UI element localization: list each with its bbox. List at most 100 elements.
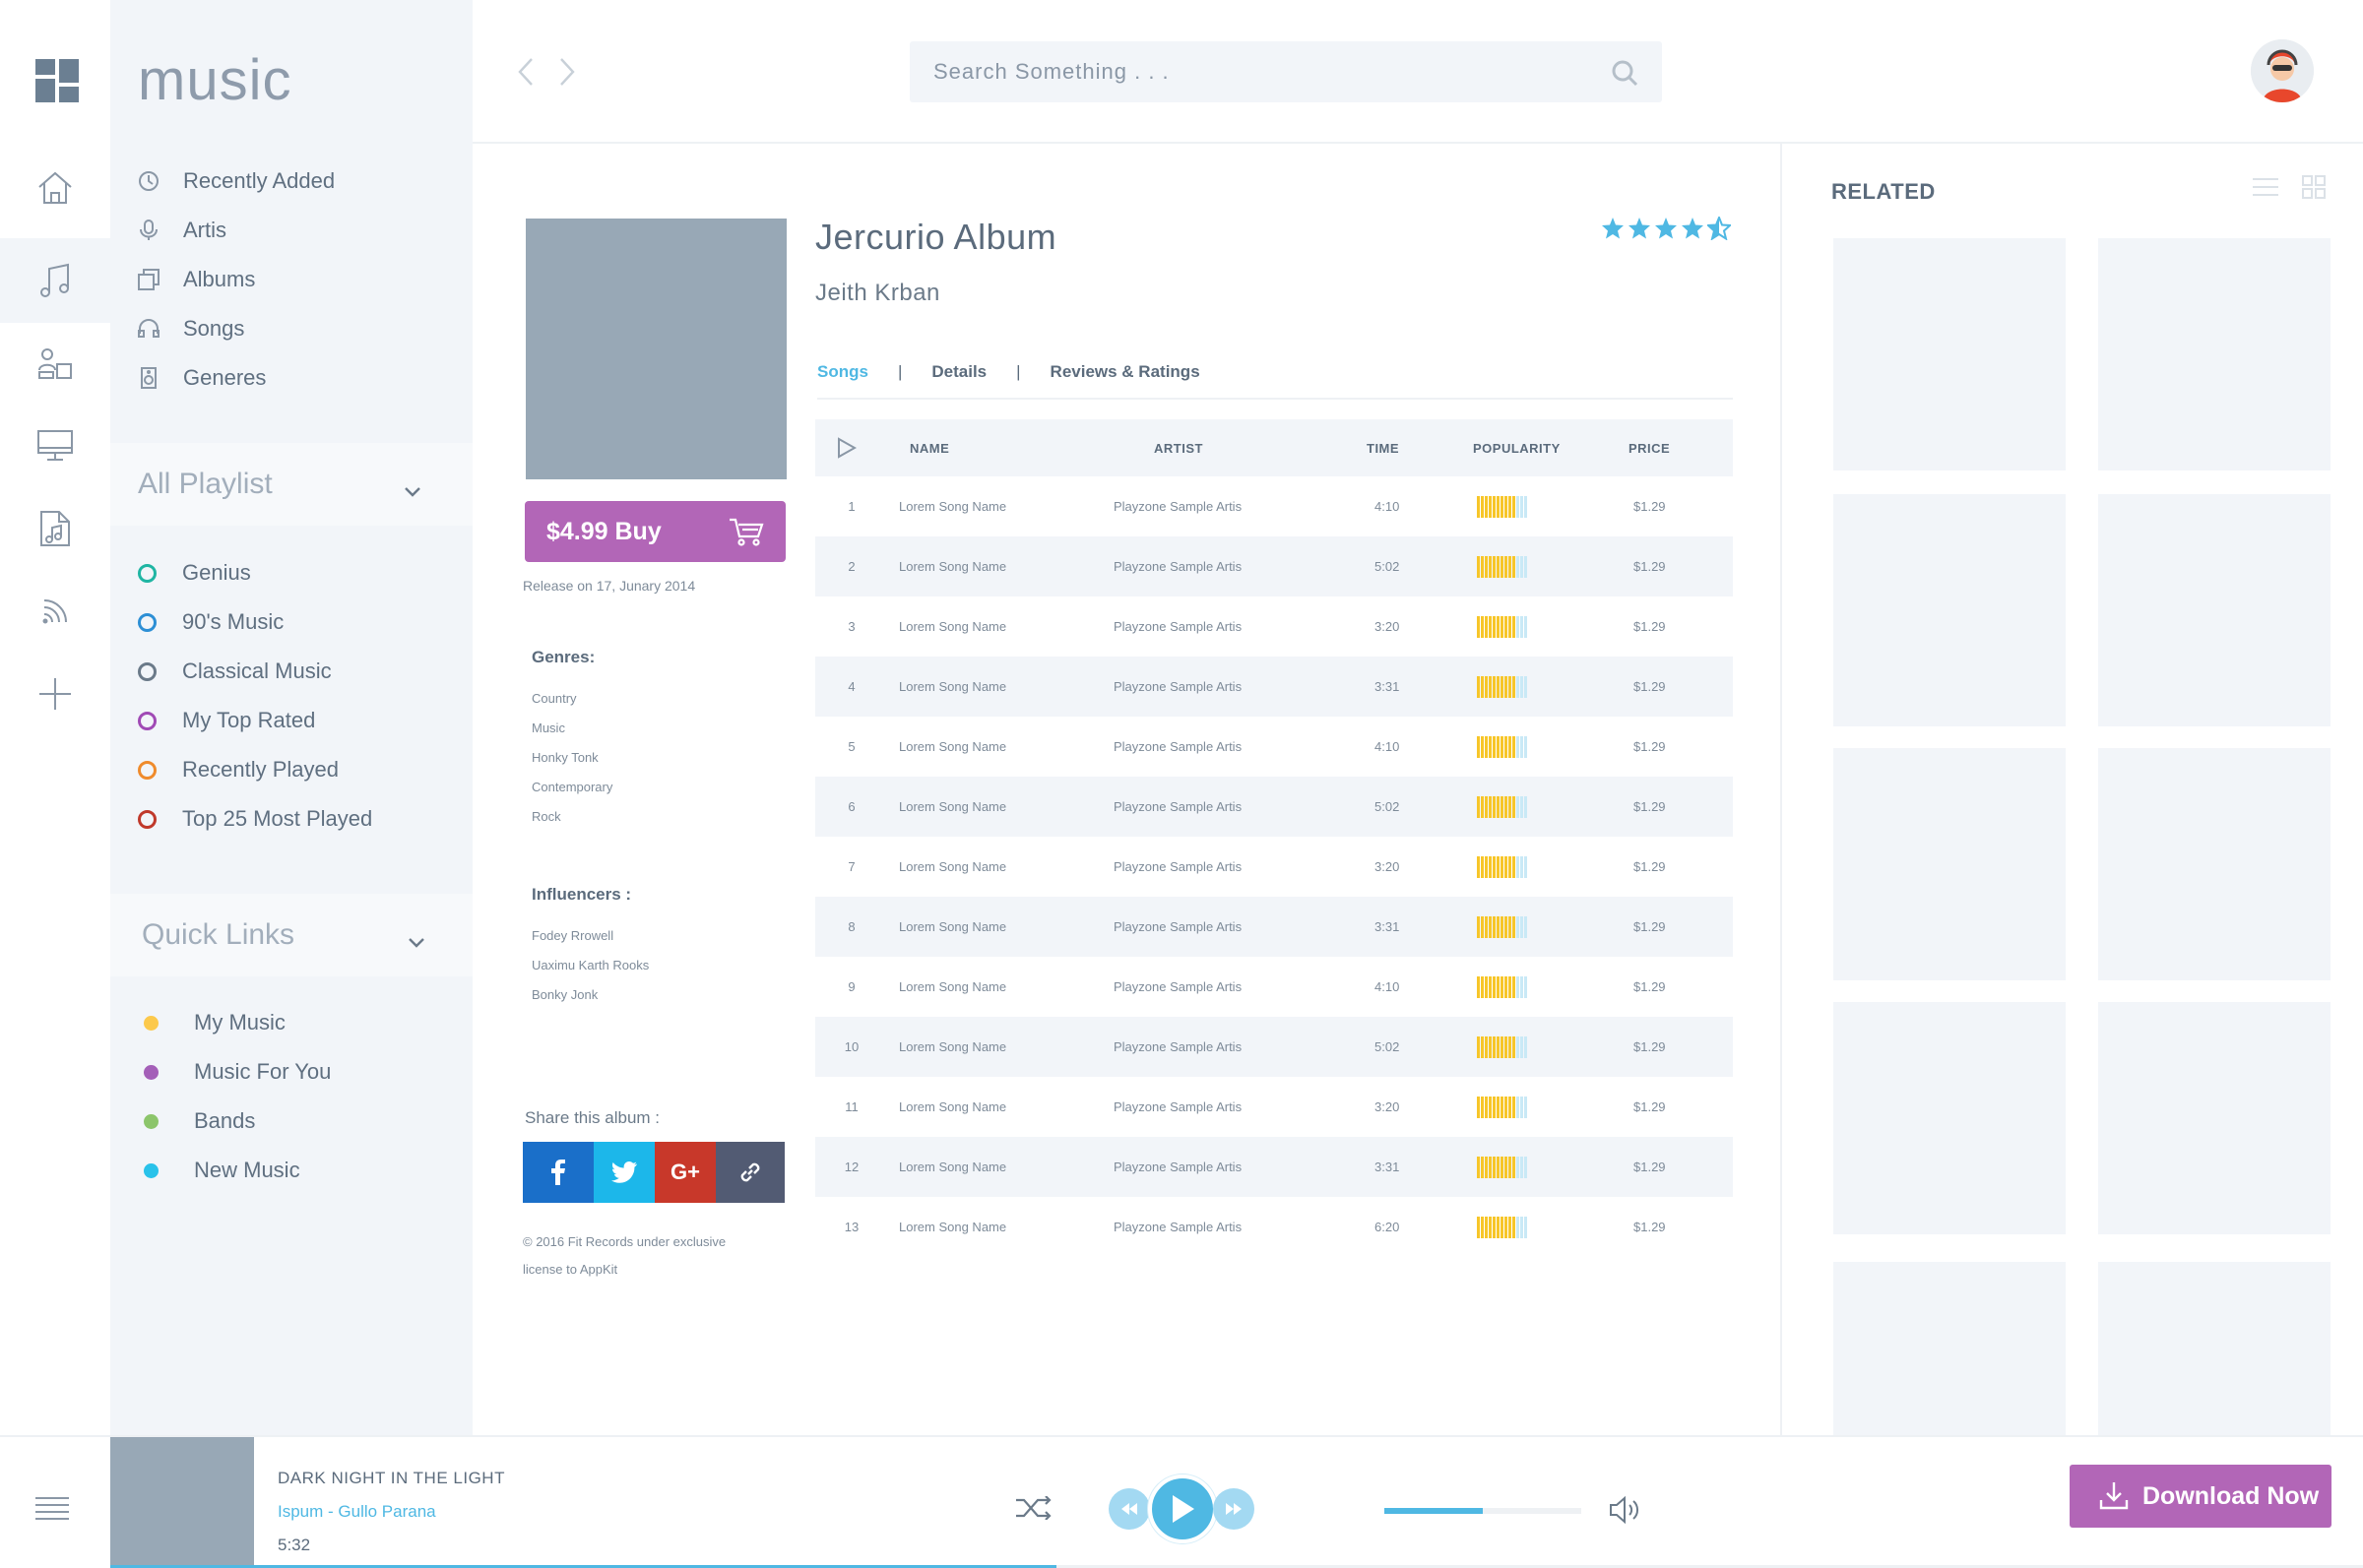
song-price[interactable]: $1.29 <box>1633 957 1666 1017</box>
song-price[interactable]: $1.29 <box>1633 596 1666 657</box>
song-name[interactable]: Lorem Song Name <box>899 596 1006 657</box>
table-row[interactable]: 10 Lorem Song Name Playzone Sample Artis 5:… <box>815 1017 1733 1077</box>
tab-details[interactable]: Details <box>931 362 987 398</box>
song-name[interactable]: Lorem Song Name <box>899 837 1006 897</box>
table-row[interactable]: 1 Lorem Song Name Playzone Sample Artis 4:1… <box>815 476 1733 536</box>
influencer-item[interactable]: Uaximu Karth Rooks <box>532 951 649 980</box>
playlist-item[interactable]: Classical Music <box>138 652 332 691</box>
song-price[interactable]: $1.29 <box>1633 837 1666 897</box>
song-price[interactable]: $1.29 <box>1633 476 1666 536</box>
song-artist[interactable]: Playzone Sample Artis <box>1114 1197 1242 1257</box>
quicklink-item[interactable]: Music For You <box>138 1052 331 1092</box>
song-price[interactable]: $1.29 <box>1633 536 1666 596</box>
twitter-icon[interactable] <box>594 1142 655 1203</box>
back-chevron-icon[interactable] <box>516 57 536 92</box>
album-artist[interactable]: Jeith Krban <box>815 280 940 307</box>
shuffle-icon[interactable] <box>1016 1495 1052 1525</box>
buy-button[interactable]: $4.99 Buy <box>525 501 786 562</box>
genre-item[interactable]: Contemporary <box>532 773 612 802</box>
related-tile[interactable] <box>2098 238 2331 470</box>
related-tile[interactable] <box>2098 748 2331 980</box>
table-row[interactable]: 6 Lorem Song Name Playzone Sample Artis 5:0… <box>815 777 1733 837</box>
search-icon[interactable] <box>1611 59 1638 92</box>
song-artist[interactable]: Playzone Sample Artis <box>1114 837 1242 897</box>
related-tile[interactable] <box>1833 238 2066 470</box>
all-playlist-toggle[interactable]: All Playlist <box>110 443 473 526</box>
song-artist[interactable]: Playzone Sample Artis <box>1114 777 1242 837</box>
music-note-icon[interactable] <box>0 238 110 323</box>
related-tile[interactable] <box>1833 494 2066 726</box>
song-artist[interactable]: Playzone Sample Artis <box>1114 1077 1242 1137</box>
rss-icon[interactable] <box>0 569 110 654</box>
table-row[interactable]: 3 Lorem Song Name Playzone Sample Artis 3:2… <box>815 596 1733 657</box>
grid-view-icon[interactable] <box>2302 175 2326 204</box>
table-row[interactable]: 12 Lorem Song Name Playzone Sample Artis 3:… <box>815 1137 1733 1197</box>
col-name[interactable]: NAME <box>910 419 949 476</box>
avatar[interactable] <box>2251 39 2314 102</box>
volume-slider[interactable] <box>1384 1508 1581 1514</box>
song-artist[interactable]: Playzone Sample Artis <box>1114 717 1242 777</box>
song-name[interactable]: Lorem Song Name <box>899 1017 1006 1077</box>
col-time[interactable]: TIME <box>1367 419 1399 476</box>
table-row[interactable]: 8 Lorem Song Name Playzone Sample Artis 3:3… <box>815 897 1733 957</box>
menu-item-generes[interactable]: Generes <box>138 358 266 398</box>
genre-item[interactable]: Honky Tonk <box>532 743 612 773</box>
download-button[interactable]: Download Now <box>2070 1465 2331 1528</box>
related-tile[interactable] <box>1833 1002 2066 1234</box>
song-name[interactable]: Lorem Song Name <box>899 476 1006 536</box>
related-tile[interactable] <box>1833 748 2066 980</box>
monitor-icon[interactable] <box>0 404 110 488</box>
col-artist[interactable]: ARTIST <box>1154 419 1203 476</box>
play-all-icon[interactable] <box>837 419 857 476</box>
google-plus-icon[interactable]: G+ <box>655 1142 716 1203</box>
table-row[interactable]: 2 Lorem Song Name Playzone Sample Artis 5:0… <box>815 536 1733 596</box>
playlist-item[interactable]: Top 25 Most Played <box>138 799 372 839</box>
song-price[interactable]: $1.29 <box>1633 717 1666 777</box>
genre-item[interactable]: Country <box>532 684 612 714</box>
playlist-item[interactable]: Genius <box>138 553 251 593</box>
genre-item[interactable]: Rock <box>532 802 612 832</box>
song-artist[interactable]: Playzone Sample Artis <box>1114 657 1242 717</box>
song-name[interactable]: Lorem Song Name <box>899 657 1006 717</box>
song-artist[interactable]: Playzone Sample Artis <box>1114 536 1242 596</box>
home-icon[interactable] <box>0 146 110 230</box>
influencer-item[interactable]: Fodey Rrowell <box>532 921 649 951</box>
add-icon[interactable] <box>0 652 110 736</box>
quicklink-item[interactable]: New Music <box>138 1151 300 1190</box>
song-artist[interactable]: Playzone Sample Artis <box>1114 897 1242 957</box>
playlist-item[interactable]: 90's Music <box>138 602 284 642</box>
link-icon[interactable] <box>716 1142 785 1203</box>
table-row[interactable]: 5 Lorem Song Name Playzone Sample Artis 4:1… <box>815 717 1733 777</box>
song-price[interactable]: $1.29 <box>1633 897 1666 957</box>
tab-reviews[interactable]: Reviews & Ratings <box>1051 362 1200 398</box>
related-tile[interactable] <box>2098 494 2331 726</box>
quicklink-item[interactable]: My Music <box>138 1003 286 1042</box>
song-price[interactable]: $1.29 <box>1633 1137 1666 1197</box>
previous-button[interactable] <box>1109 1488 1150 1530</box>
genre-item[interactable]: Music <box>532 714 612 743</box>
menu-icon[interactable] <box>35 1496 69 1527</box>
related-tile[interactable] <box>2098 1262 2331 1435</box>
song-price[interactable]: $1.29 <box>1633 1077 1666 1137</box>
artists-icon[interactable] <box>0 321 110 406</box>
related-tile[interactable] <box>2098 1002 2331 1234</box>
song-name[interactable]: Lorem Song Name <box>899 957 1006 1017</box>
facebook-icon[interactable] <box>523 1142 594 1203</box>
menu-item-songs[interactable]: Songs <box>138 309 244 348</box>
play-button[interactable] <box>1148 1474 1217 1543</box>
tab-songs[interactable]: Songs <box>817 362 868 398</box>
table-row[interactable]: 13 Lorem Song Name Playzone Sample Artis 6:… <box>815 1197 1733 1257</box>
quicklink-item[interactable]: Bands <box>138 1101 255 1141</box>
song-name[interactable]: Lorem Song Name <box>899 897 1006 957</box>
menu-item-artis[interactable]: Artis <box>138 211 226 250</box>
track-artist[interactable]: Ispum - Gullo Parana <box>278 1502 436 1522</box>
list-view-icon[interactable] <box>2253 177 2278 202</box>
table-row[interactable]: 4 Lorem Song Name Playzone Sample Artis 3:3… <box>815 657 1733 717</box>
song-name[interactable]: Lorem Song Name <box>899 1137 1006 1197</box>
song-artist[interactable]: Playzone Sample Artis <box>1114 476 1242 536</box>
related-tile[interactable] <box>1833 1262 2066 1435</box>
song-artist[interactable]: Playzone Sample Artis <box>1114 1137 1242 1197</box>
table-row[interactable]: 9 Lorem Song Name Playzone Sample Artis 4:1… <box>815 957 1733 1017</box>
song-name[interactable]: Lorem Song Name <box>899 536 1006 596</box>
table-row[interactable]: 7 Lorem Song Name Playzone Sample Artis 3:2… <box>815 837 1733 897</box>
